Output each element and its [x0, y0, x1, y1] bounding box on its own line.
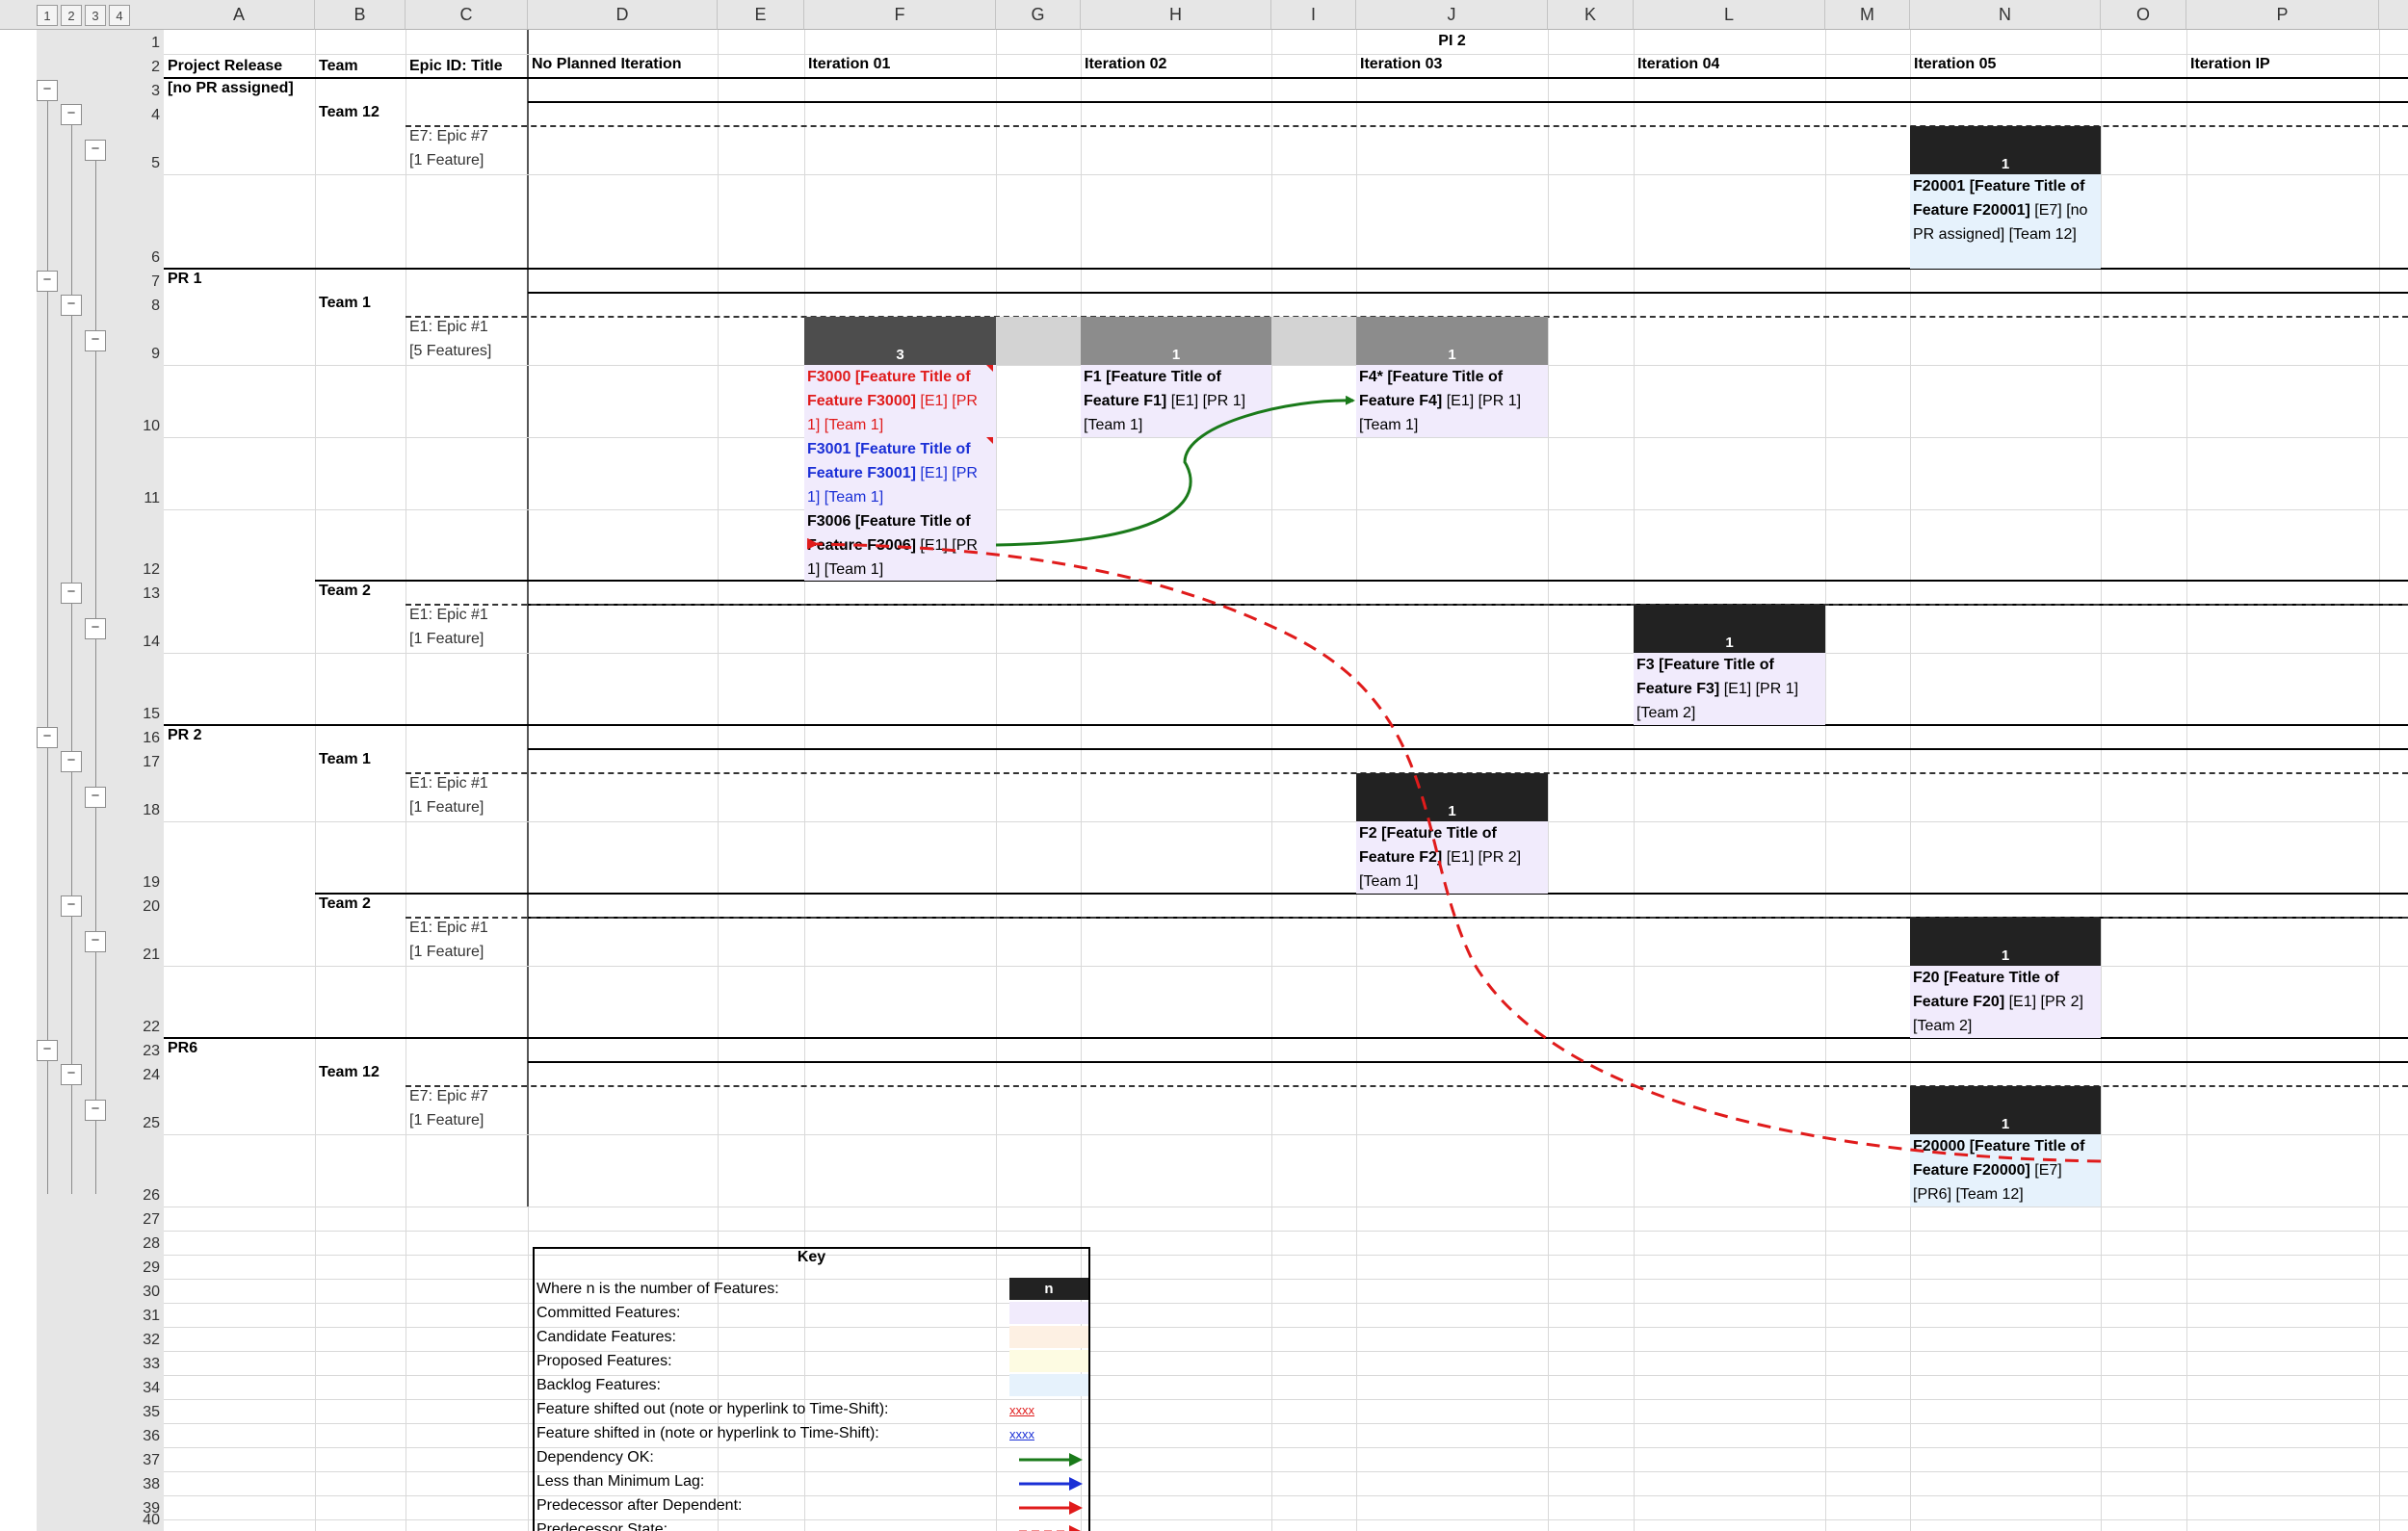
legend-backlog-swatch [1009, 1374, 1088, 1396]
green-arrowhead-icon [1069, 1453, 1083, 1466]
legend-arrow-samples [1019, 1453, 1083, 1531]
legend-pred-after: Predecessor after Dependent: [537, 1497, 743, 1514]
red-dashed-arrowhead-icon [1069, 1525, 1081, 1531]
legend-box: Key Where n is the number of Features: n… [533, 1247, 1090, 1531]
legend-title: Key [797, 1249, 826, 1265]
legend-candidate-swatch [1009, 1326, 1088, 1348]
legend-committed: Committed Features: [537, 1305, 681, 1321]
legend-shifted-out-sample[interactable]: xxxx [1009, 1403, 1034, 1417]
legend-n-swatch: n [1009, 1278, 1088, 1300]
legend-proposed: Proposed Features: [537, 1353, 672, 1369]
legend-shifted-in: Feature shifted in (note or hyperlink to… [537, 1425, 879, 1441]
legend-backlog: Backlog Features: [537, 1377, 661, 1393]
blue-arrowhead-icon [1069, 1477, 1083, 1491]
legend-min-lag: Less than Minimum Lag: [537, 1473, 705, 1490]
legend-dependency-ok: Dependency OK: [537, 1449, 654, 1466]
legend-proposed-swatch [1009, 1350, 1088, 1372]
legend-committed-swatch [1009, 1302, 1088, 1324]
dependency-arrows [806, 395, 2102, 1163]
red-arrowhead-icon [1069, 1501, 1083, 1515]
legend-candidate: Candidate Features: [537, 1329, 676, 1345]
dependency-ok-arrow [995, 395, 1355, 547]
legend-pred-state: Predecessor State: [537, 1521, 668, 1531]
legend-shifted-in-sample[interactable]: xxxx [1009, 1427, 1034, 1441]
legend-shifted-out: Feature shifted out (note or hyperlink t… [537, 1401, 889, 1417]
legend-n-label: Where n is the number of Features: [537, 1281, 779, 1297]
predecessor-state-arrow [806, 537, 2102, 1163]
